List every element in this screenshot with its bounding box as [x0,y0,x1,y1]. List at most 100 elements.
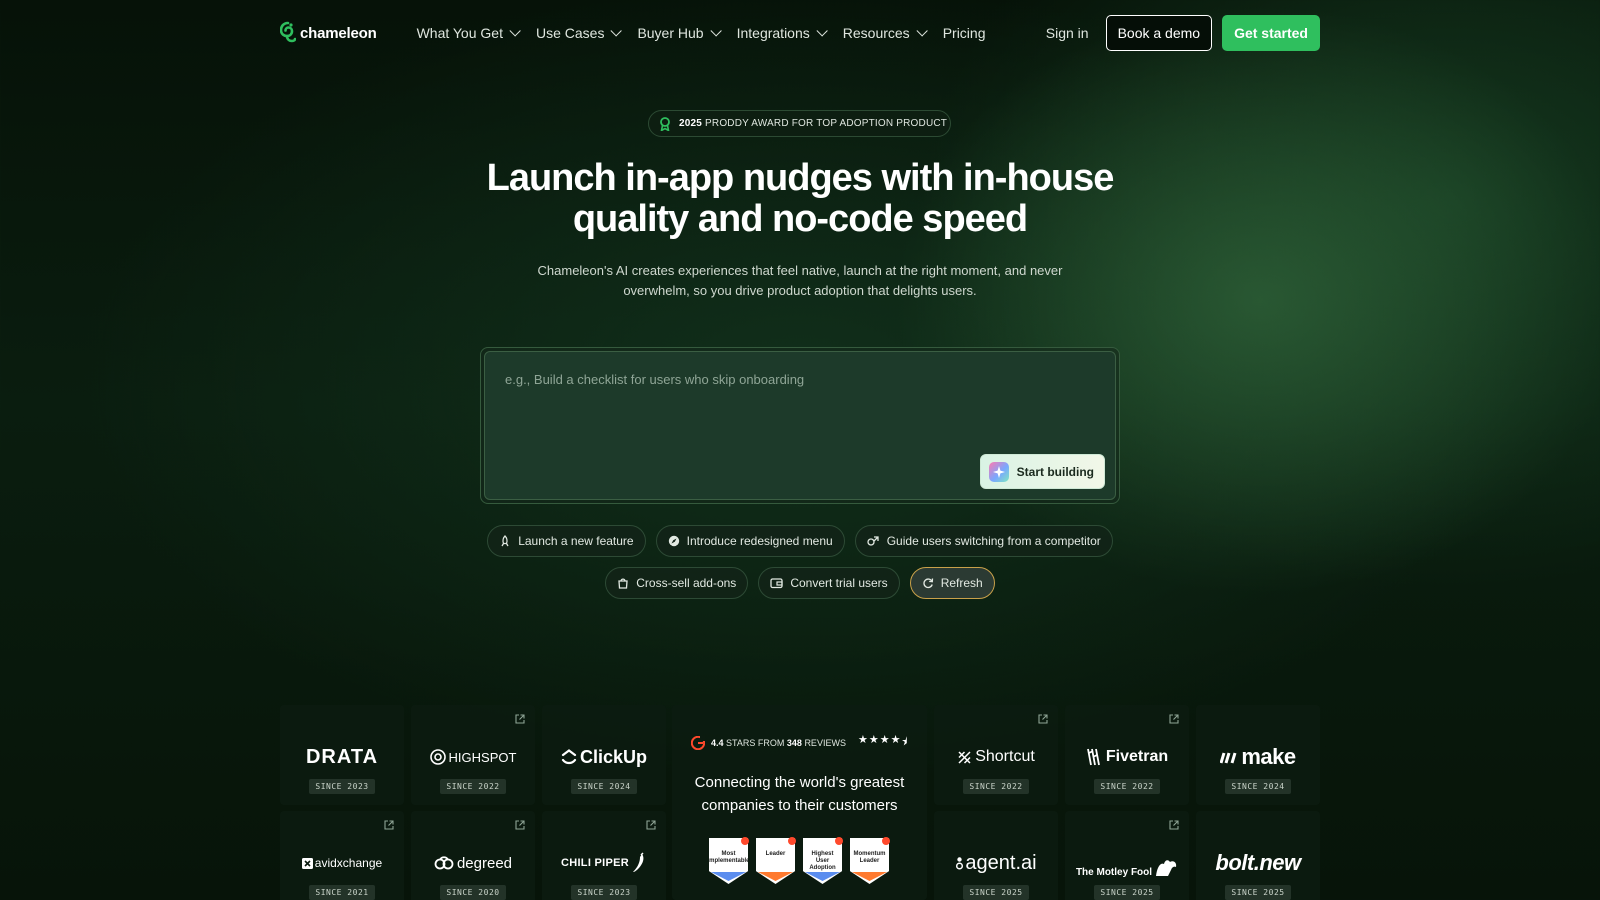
nav-pricing[interactable]: Pricing [943,25,986,41]
g2-title-line-2: companies to their customers [701,797,898,814]
chip-competitor-switch[interactable]: Guide users switching from a competitor [854,525,1113,557]
g2-review-count: 348 [786,737,802,748]
customer-card-make: make SINCE 2024 [1196,705,1320,805]
since-badge: SINCE 2025 [1225,885,1291,900]
book-demo-button[interactable]: Book a demo [1105,15,1213,51]
customer-card-chili-piper[interactable]: CHILI PIPER SINCE 2023 [542,811,666,900]
chip-label: Launch a new feature [518,534,634,548]
customer-card-bolt: bolt.new SINCE 2025 [1196,811,1320,900]
start-building-label: Start building [1016,464,1094,479]
g2-logo-icon [691,735,705,750]
compass-icon [668,535,679,547]
star-icon: ★ [857,734,868,746]
g2-badges: Most Implementable Leader Highest User A… [709,837,890,884]
prompt-input[interactable] [505,372,1065,387]
external-link-icon [515,714,525,724]
customer-card-shortcut[interactable]: Shortcut SINCE 2022 [934,705,1058,805]
nav-link-label: Resources [842,25,910,41]
nav-resources[interactable]: Resources [842,25,928,41]
wallet-icon [770,578,783,589]
g2-reviews-word: REVIEWS [804,737,846,748]
external-link-icon [1038,714,1048,724]
customer-logo: make [1220,742,1296,772]
chip-label: Cross-sell add-ons [636,576,737,590]
badge-label: Most Implementable [707,851,750,864]
customer-logo-text: The Motley Fool [1075,867,1153,878]
agent-ai-mark-icon [956,857,964,870]
chip-label: Introduce redesigned menu [686,534,833,548]
headline-line-1: Launch in-app nudges with in-house [486,157,1115,199]
rocket-icon [501,535,509,547]
g2-rating-line: 4.4 STARS FROM 348 REVIEWS ★ ★ ★ ★ ⯨ [691,733,907,752]
customer-card-motley-fool[interactable]: The Motley Fool SINCE 2025 [1065,811,1189,900]
external-link-icon [1169,820,1179,830]
chip-redesigned-menu[interactable]: Introduce redesigned menu [655,525,845,557]
chevron-down-icon [816,25,828,37]
hero-subheadline: Chameleon's AI creates experiences that … [520,261,1080,301]
customer-card-avidxchange[interactable]: avidxchange SINCE 2021 [280,811,404,900]
start-building-button[interactable]: Start building [979,454,1105,489]
customer-logo: The Motley Fool [1076,848,1178,878]
sparkle-icon [988,461,1009,482]
chameleon-logo[interactable]: chameleon [280,21,377,45]
badge-stripe [711,872,746,881]
nav-link-label: Buyer Hub [637,25,704,41]
since-badge: SINCE 2024 [571,779,637,794]
badge-label: Leader [765,851,786,857]
customer-logo: degreed [434,848,512,878]
avidxchange-mark-icon [301,857,313,869]
g2-rating-text: 4.4 STARS FROM 348 REVIEWS [711,738,846,748]
since-badge: SINCE 2020 [440,885,506,900]
nav-links: What You Get Use Cases Buyer Hub Integra… [417,25,986,41]
customer-logo-text: make [1241,744,1296,769]
chip-cross-sell[interactable]: Cross-sell add-ons [605,567,749,599]
customer-logo-text: DRATA [305,745,379,768]
nav-use-cases[interactable]: Use Cases [536,25,623,41]
bag-icon [618,578,628,589]
chameleon-logo-icon [280,21,296,43]
customer-logo: Fivetran [1086,742,1168,772]
nav-buyer-hub[interactable]: Buyer Hub [637,25,722,41]
g2-reviews-card: 4.4 STARS FROM 348 REVIEWS ★ ★ ★ ★ ⯨ Con… [672,705,927,900]
logo-text: chameleon [300,24,377,42]
customer-logo-text: ClickUp [579,746,648,767]
chili-pepper-icon [633,852,644,872]
since-badge: SINCE 2022 [963,779,1029,794]
award-pill[interactable]: 2025 PRODDY AWARD FOR TOP ADOPTION PRODU… [648,110,951,137]
customer-card-agent-ai: agent.ai SINCE 2025 [934,811,1058,900]
g2-rating: 4.4 [711,737,724,748]
shortcut-mark-icon [958,750,971,764]
nav-integrations[interactable]: Integrations [737,25,828,41]
chip-convert-trial[interactable]: Convert trial users [758,567,900,599]
sign-in-link[interactable]: Sign in [1046,25,1089,41]
customer-logo: CHILI PIPER [561,848,647,878]
nav-actions: Sign in Book a demo Get started [1046,15,1320,51]
since-badge: SINCE 2023 [309,779,375,794]
suggestion-row-1: Launch a new feature Introduce redesigne… [0,525,1600,557]
star-icon: ★ [868,734,879,746]
g2-title-line-1: Connecting the world's greatest [694,774,905,791]
customer-card-highspot[interactable]: HIGHSPOT SINCE 2022 [411,705,535,805]
g2-badge-most-implementable: Most Implementable [709,837,749,884]
since-badge: SINCE 2023 [571,885,637,900]
external-link-icon [646,820,656,830]
g2-badge-momentum-leader: Momentum Leader [850,837,890,884]
nav-what-you-get[interactable]: What You Get [417,25,521,41]
suggestion-row-2: Cross-sell add-ons Convert trial users R… [0,567,1600,599]
external-link-icon [1169,714,1179,724]
refresh-button[interactable]: Refresh [909,567,995,599]
nav-link-label: Pricing [942,25,986,41]
badge-label: Highest User Adoption [809,851,836,871]
customer-card-fivetran[interactable]: Fivetran SINCE 2022 [1065,705,1189,805]
external-link-icon [384,820,394,830]
customer-card-drata: DRATA SINCE 2023 [280,705,404,805]
g2-dot-icon [882,837,890,845]
badge-stripe [805,872,840,881]
star-rating: ★ ★ ★ ★ ⯨ [857,733,907,752]
headline-line-2: quality and no-code speed [572,198,1028,240]
get-started-button[interactable]: Get started [1222,15,1320,51]
award-year: 2025 [679,118,703,129]
chip-launch-feature[interactable]: Launch a new feature [487,525,646,557]
customer-card-degreed[interactable]: degreed SINCE 2020 [411,811,535,900]
since-badge: SINCE 2021 [309,885,375,900]
